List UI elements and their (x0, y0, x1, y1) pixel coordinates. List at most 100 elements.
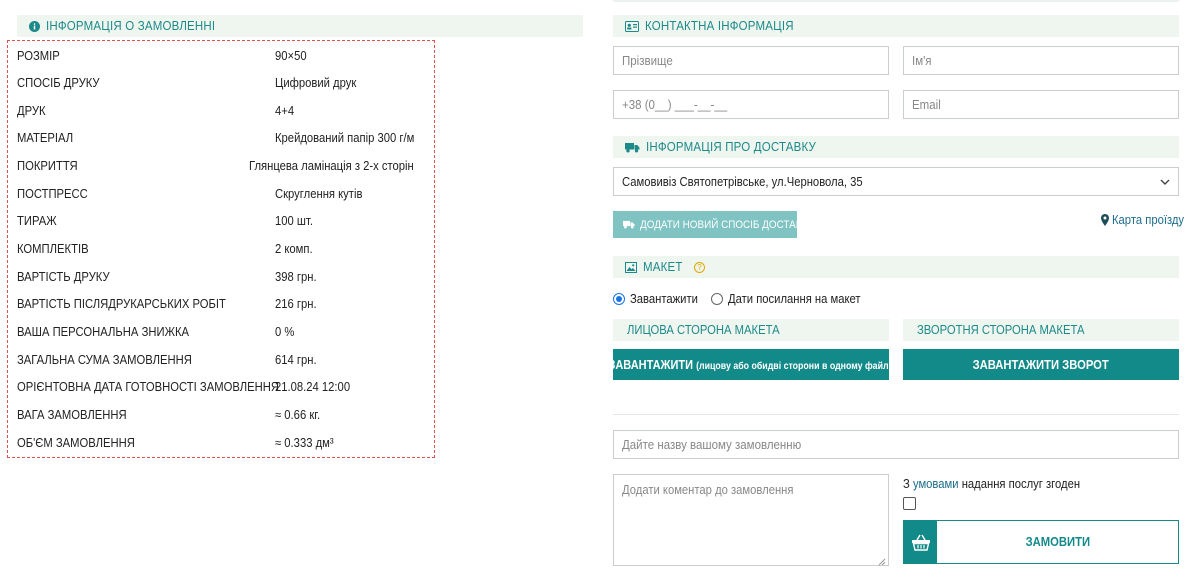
delivery-title: ІНФОРМАЦІЯ ПРО ДОСТАВКУ (646, 140, 817, 154)
phone-input[interactable]: +38 (0__) ___-__-__ (613, 90, 889, 119)
order-info-row: ПОКРИТТЯ Глянцева ламінація з 2-х сторін (17, 153, 432, 180)
order-info-table: РОЗМІР 90×50 СПОСІБ ДРУКУ Цифровий друк ДРУК… (7, 40, 435, 458)
upload-back-button[interactable]: ЗАВАНТАЖИТИ ЗВОРОТ (903, 349, 1179, 380)
order-info-value-text: 4+4 (275, 103, 295, 118)
order-info-row: ВАГА ЗАМОВЛЕННЯ ≈ 0.66 кг. (17, 401, 432, 428)
terms-link[interactable]: умовами (913, 477, 959, 491)
submit-order-button[interactable]: ЗАМОВИТИ (903, 520, 1179, 564)
order-info-label-text: ВАРТІСТЬ ПІСЛЯДРУКАРСЬКИХ РОБІТ (17, 297, 226, 312)
order-info-value-text: ≈ 0.66 кг. (275, 407, 321, 422)
basket-icon (904, 521, 937, 563)
order-info-row: РОЗМІР 90×50 (17, 42, 432, 69)
radio-link[interactable] (711, 293, 724, 305)
order-info-label: ОРІЄНТОВНА ДАТА ГОТОВНОСТІ ЗАМОВЛЕННЯ (17, 380, 279, 394)
order-info-row: МАТЕРІАЛ Крейдований папір 300 г/м (17, 125, 432, 152)
layout-title: МАКЕТ (643, 260, 683, 274)
order-info-value-text: 21.08.24 12:00 (275, 380, 351, 395)
add-delivery-label: ДОДАТИ НОВИЙ СПОСІБ ДОСТАВКИ (640, 218, 816, 231)
order-info-value-text: Цифровий друк (275, 76, 357, 91)
terms-checkbox[interactable] (903, 497, 916, 510)
order-info-label: ВАРТІСТЬ ДРУКУ (17, 270, 275, 284)
order-info-value: 2 комп. (275, 242, 432, 256)
image-icon (625, 261, 637, 273)
comment-placeholder: Додати коментар до замовлення (622, 483, 794, 497)
order-info-value-text: 614 грн. (275, 352, 317, 367)
order-info-row: ОРІЄНТОВНА ДАТА ГОТОВНОСТІ ЗАМОВЛЕННЯ 21.… (17, 374, 432, 401)
order-info-label: ДРУК (17, 104, 275, 118)
order-info-value: 4+4 (275, 104, 432, 118)
order-info-value: Крейдований папір 300 г/м (275, 131, 432, 145)
map-marker-icon (1101, 214, 1109, 226)
order-info-label-text: МАТЕРІАЛ (17, 131, 74, 146)
comment-textarea[interactable]: Додати коментар до замовлення (613, 474, 889, 566)
back-side-header: ЗВОРОТНЯ СТОРОНА МАКЕТА (903, 319, 1179, 341)
contact-header: КОНТАКТНА ІНФОРМАЦІЯ (613, 15, 1179, 37)
order-info-label-text: КОМПЛЕКТІВ (17, 242, 89, 257)
order-info-value-text: 100 шт. (275, 214, 313, 229)
order-info-value-text: 90×50 (275, 48, 307, 63)
delivery-select[interactable]: Самовивіз Святопетрівське, ул.Черновола,… (613, 167, 1179, 196)
order-info-row: СПОСІБ ДРУКУ Цифровий друк (17, 70, 432, 97)
order-info-row: ВАРТІСТЬ ПІСЛЯДРУКАРСЬКИХ РОБІТ 216 грн. (17, 291, 432, 318)
add-delivery-button[interactable]: ДОДАТИ НОВИЙ СПОСІБ ДОСТАВКИ (613, 211, 815, 238)
order-info-row: ОБ'ЄМ ЗАМОВЛЕННЯ ≈ 0.333 дм³ (17, 429, 432, 456)
order-info-value: 21.08.24 12:00 (275, 380, 432, 394)
upload-front-label: ЗАВАНТАЖИТИ (608, 357, 693, 372)
order-info-label-text: ВАРТІСТЬ ДРУКУ (17, 269, 110, 284)
terms-suffix: надання послуг згоден (961, 477, 1081, 491)
order-info-label-text: ТИРАЖ (17, 214, 57, 229)
first-name-input[interactable]: Ім'я (903, 46, 1179, 75)
upload-front-button[interactable]: ЗАВАНТАЖИТИ (лицову або обидві сторони в… (608, 349, 894, 380)
order-name-input[interactable]: Дайте назву вашому замовленню (613, 430, 1179, 459)
order-info-value-text: 2 комп. (275, 242, 313, 257)
order-info-label-text: ОРІЄНТОВНА ДАТА ГОТОВНОСТІ ЗАМОВЛЕННЯ (17, 380, 279, 395)
upload-front-label-wrap: ЗАВАНТАЖИТИ (лицову або обидві сторони в… (608, 358, 893, 372)
order-info-label: ВАГА ЗАМОВЛЕННЯ (17, 408, 275, 422)
truck-icon (623, 220, 635, 229)
order-info-label-text: ВАША ПЕРСОНАЛЬНА ЗНИЖКА (17, 325, 190, 339)
order-info-label-text: ЗАГАЛЬНА СУМА ЗАМОВЛЕННЯ (17, 352, 192, 367)
order-info-label-text: ОБ'ЄМ ЗАМОВЛЕННЯ (17, 435, 135, 450)
map-link[interactable]: Карта проїзду (1101, 213, 1192, 227)
order-info-row: ТИРАЖ 100 шт. (17, 208, 432, 235)
order-info-label: ПОСТПРЕСС (17, 187, 275, 201)
order-info-value-text: 216 грн. (275, 297, 317, 312)
order-info-label: РОЗМІР (17, 49, 275, 63)
order-info-value: 614 грн. (275, 353, 432, 367)
order-name-placeholder: Дайте назву вашому замовленню (622, 437, 802, 452)
submit-order-label: ЗАМОВИТИ (1025, 535, 1090, 549)
order-info-label: ВАРТІСТЬ ПІСЛЯДРУКАРСЬКИХ РОБІТ (17, 297, 275, 311)
order-info-row: ЗАГАЛЬНА СУМА ЗАМОВЛЕННЯ 614 грн. (17, 346, 432, 373)
order-info-value: Глянцева ламінація з 2-х сторін (249, 159, 432, 173)
order-info-label-text: ВАГА ЗАМОВЛЕННЯ (17, 407, 127, 422)
order-info-label-text: ПОКРИТТЯ (17, 159, 78, 174)
terms-prefix: З (903, 477, 910, 491)
radio-upload[interactable] (613, 293, 625, 305)
surname-input[interactable]: Прізвище (613, 46, 889, 75)
order-info-value-text: 0 % (275, 325, 295, 339)
order-info-label: МАТЕРІАЛ (17, 131, 275, 145)
layout-source-radios: Завантажити Дати посилання на макет (613, 292, 876, 306)
chevron-down-icon (1160, 175, 1170, 189)
email-input[interactable]: Email (903, 90, 1179, 119)
order-info-value-text: Крейдований папір 300 г/м (275, 131, 415, 146)
help-icon[interactable]: ? (694, 261, 706, 273)
order-info-value: ≈ 0.66 кг. (275, 408, 432, 422)
delivery-header: ІНФОРМАЦІЯ ПРО ДОСТАВКУ (613, 136, 1179, 158)
front-side-header: ЛИЦОВА СТОРОНА МАКЕТА (613, 319, 889, 341)
first-name-placeholder: Ім'я (912, 53, 932, 68)
order-info-label-text: ПОСТПРЕСС (17, 186, 88, 201)
order-info-label: СПОСІБ ДРУКУ (17, 76, 275, 90)
truck-icon (625, 142, 640, 153)
order-info-label: ЗАГАЛЬНА СУМА ЗАМОВЛЕННЯ (17, 353, 275, 367)
section-divider (613, 414, 1179, 415)
order-info-header: ІНФОРМАЦІЯ О ЗАМОВЛЕННІ (17, 15, 583, 37)
order-info-row: КОМПЛЕКТІВ 2 комп. (17, 236, 432, 263)
order-info-value: 0 % (275, 325, 432, 339)
resize-handle-icon[interactable] (878, 555, 886, 566)
delivery-selected: Самовивіз Святопетрівське, ул.Черновола,… (622, 174, 863, 189)
order-info-label: ОБ'ЄМ ЗАМОВЛЕННЯ (17, 436, 275, 450)
order-info-value-text: Глянцева ламінація з 2-х сторін (248, 159, 414, 174)
contact-title: КОНТАКТНА ІНФОРМАЦІЯ (645, 19, 794, 33)
order-info-label-text: СПОСІБ ДРУКУ (17, 76, 100, 91)
